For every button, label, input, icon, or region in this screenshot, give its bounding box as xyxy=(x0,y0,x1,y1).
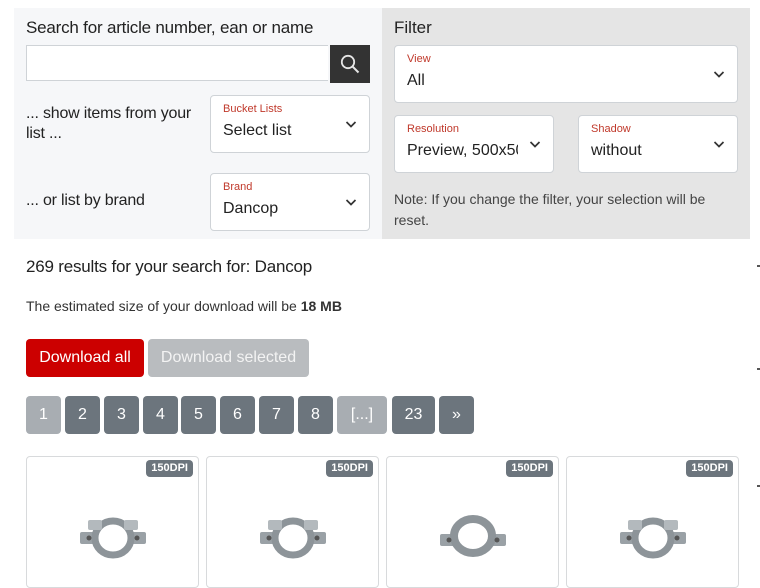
product-card[interactable]: 150DPI xyxy=(26,456,199,588)
chevron-down-icon xyxy=(713,71,725,78)
bucket-list-select-label: Bucket Lists xyxy=(223,103,283,115)
resolution-badge: 150DPI xyxy=(506,460,553,477)
download-size-value: 18 MB xyxy=(300,298,342,314)
download-size-prefix: The estimated size of your download will… xyxy=(26,298,301,314)
brand-select-value: Dancop xyxy=(223,200,279,217)
search-icon xyxy=(340,54,360,74)
download-size-text: The estimated size of your download will… xyxy=(26,298,342,314)
page-ellipsis: [...] xyxy=(337,396,387,434)
search-button[interactable] xyxy=(330,45,370,83)
resolution-badge: 150DPI xyxy=(326,460,373,477)
page-next[interactable]: » xyxy=(439,396,474,434)
page-1[interactable]: 1 xyxy=(26,396,61,434)
search-panel: Search for article number, ean or name .… xyxy=(14,8,382,239)
product-card[interactable]: 150DPI xyxy=(206,456,379,588)
bucket-list-select-value: Select list xyxy=(223,122,292,139)
view-select-label: View xyxy=(407,53,431,65)
resolution-badge: 150DPI xyxy=(686,460,733,477)
product-card[interactable]: 150DPI xyxy=(566,456,739,588)
bucket-list-select[interactable]: Bucket Lists Select list xyxy=(210,95,370,153)
filter-title: Filter xyxy=(394,18,432,37)
chevron-down-icon xyxy=(529,141,541,148)
page-23[interactable]: 23 xyxy=(392,396,435,434)
resolution-badge: 150DPI xyxy=(146,460,193,477)
page-4[interactable]: 4 xyxy=(143,396,178,434)
filter-panel: Filter View All Resolution Preview, 500x… xyxy=(382,8,750,239)
product-card[interactable]: 150DPI xyxy=(386,456,559,588)
results-title: 269 results for your search for: Dancop xyxy=(26,257,313,276)
shadow-select-label: Shadow xyxy=(591,123,631,135)
resolution-select-label: Resolution xyxy=(407,123,459,135)
search-input[interactable] xyxy=(26,45,328,81)
bucket-list-label: ... show items from your list ... xyxy=(26,105,192,142)
resolution-select[interactable]: Resolution Preview, 500x500 xyxy=(394,115,554,173)
page-3[interactable]: 3 xyxy=(104,396,139,434)
pipe-clamp-image xyxy=(79,517,146,559)
chevron-down-icon xyxy=(345,121,357,128)
brand-select-label: Brand xyxy=(223,181,253,193)
chevron-down-icon xyxy=(713,141,725,148)
page-2[interactable]: 2 xyxy=(65,396,100,434)
page-5[interactable]: 5 xyxy=(181,396,216,434)
page-7[interactable]: 7 xyxy=(259,396,294,434)
brand-select[interactable]: Brand Dancop xyxy=(210,173,370,231)
shadow-select-value: without xyxy=(591,142,642,159)
view-select[interactable]: View All xyxy=(394,45,738,103)
page-6[interactable]: 6 xyxy=(220,396,255,434)
search-title: Search for article number, ean or name xyxy=(26,18,314,37)
chevron-down-icon xyxy=(345,199,357,206)
view-select-value: All xyxy=(407,72,425,89)
pipe-clamp-image xyxy=(259,517,326,559)
resolution-select-value: Preview, 500x500 xyxy=(407,142,518,159)
filter-note: Note: If you change the filter, your sel… xyxy=(394,191,706,228)
page-8[interactable]: 8 xyxy=(298,396,333,434)
download-selected-button[interactable]: Download selected xyxy=(148,339,309,377)
pipe-clamp-image xyxy=(619,517,686,559)
pipe-clamp-image xyxy=(439,515,506,557)
shadow-select[interactable]: Shadow without xyxy=(578,115,738,173)
brand-label: ... or list by brand xyxy=(26,192,145,209)
download-all-button[interactable]: Download all xyxy=(26,339,144,377)
